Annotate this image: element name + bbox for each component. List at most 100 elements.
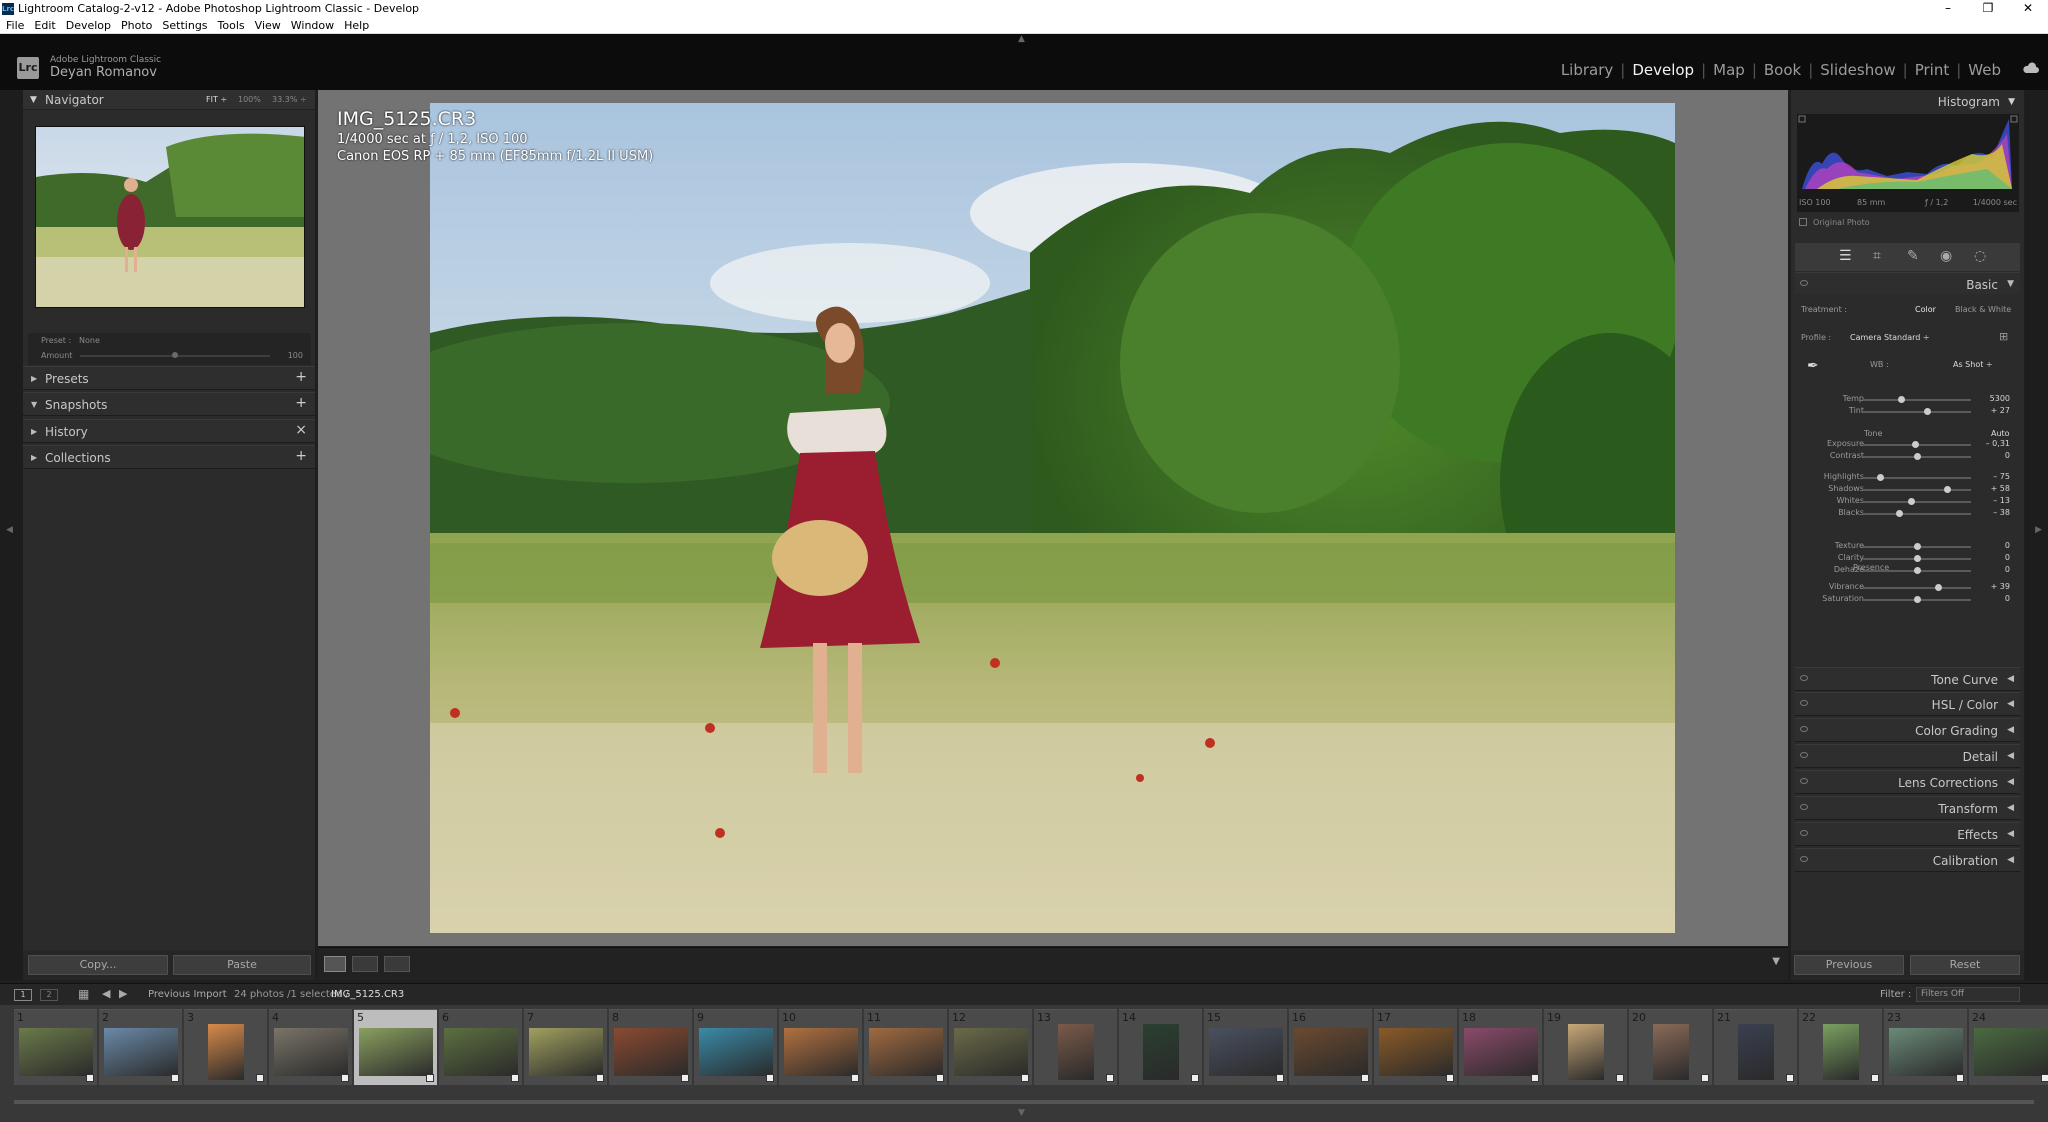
menu-help[interactable]: Help — [344, 19, 369, 32]
add-snapshot-button[interactable]: + — [295, 395, 307, 411]
filmstrip-thumbnail[interactable]: 9 — [694, 1009, 777, 1085]
treatment-color[interactable]: Color — [1915, 305, 1936, 314]
slider-knob[interactable] — [1877, 474, 1885, 481]
slider-value[interactable]: 0 — [1976, 553, 2010, 562]
maximize-button[interactable]: ❐ — [1968, 0, 2008, 17]
back-arrow-icon[interactable]: ◀ — [102, 987, 110, 1000]
filmstrip-thumbnail[interactable]: 15 — [1204, 1009, 1287, 1085]
section-color-grading[interactable]: Color Grading ◀ — [1795, 718, 2020, 742]
slider-value[interactable]: – 75 — [1976, 472, 2010, 481]
crop-icon[interactable]: ⌗ — [1873, 248, 1881, 264]
filmstrip-source[interactable]: Previous Import — [148, 989, 227, 1000]
slider-track[interactable] — [1863, 399, 1971, 401]
histogram-header[interactable]: Histogram ▼ — [1795, 92, 2020, 112]
module-map[interactable]: Map — [1706, 61, 1752, 79]
slider-knob[interactable] — [1944, 486, 1952, 493]
module-print[interactable]: Print — [1908, 61, 1957, 79]
toolbar-menu-chevron-icon[interactable]: ▼ — [1772, 956, 1780, 967]
slider-contrast[interactable]: Contrast 0 — [1795, 450, 2020, 463]
menu-window[interactable]: Window — [291, 19, 334, 32]
filmstrip-thumbnail[interactable]: 21 — [1714, 1009, 1797, 1085]
zoom-33[interactable]: 33.3% ÷ — [272, 95, 307, 104]
filmstrip-thumbnail[interactable]: 4 — [269, 1009, 352, 1085]
menu-view[interactable]: View — [255, 19, 281, 32]
slider-value[interactable]: + 58 — [1976, 484, 2010, 493]
slider-knob[interactable] — [1914, 555, 1921, 562]
yy-compare-icon[interactable] — [384, 956, 410, 972]
main-window-button[interactable]: 1 — [14, 989, 32, 1001]
filter-select[interactable]: Filters Off — [1916, 987, 2020, 1002]
slider-value[interactable]: 0 — [1976, 594, 2010, 603]
original-photo-checkbox[interactable] — [1799, 218, 1807, 226]
module-library[interactable]: Library — [1554, 61, 1620, 79]
loupe-view-icon[interactable] — [324, 956, 346, 972]
section-collections[interactable]: ▶ Collections + — [23, 445, 315, 469]
filmstrip-scrollbar[interactable] — [14, 1100, 2034, 1104]
filmstrip-thumbnail[interactable]: 13 — [1034, 1009, 1117, 1085]
filmstrip-thumbnail[interactable]: 1 — [14, 1009, 97, 1085]
forward-arrow-icon[interactable]: ▶ — [119, 987, 127, 1000]
navigator-header[interactable]: ▼ Navigator FIT ÷ 100% 33.3% ÷ — [23, 90, 315, 110]
previous-button[interactable]: Previous — [1794, 955, 1904, 975]
filmstrip-thumbnail[interactable]: 23 — [1884, 1009, 1967, 1085]
slider-knob[interactable] — [1911, 441, 1919, 448]
zoom-fit[interactable]: FIT ÷ — [206, 95, 227, 104]
slider-dehaze[interactable]: Dehaze 0 — [1795, 564, 2020, 577]
filmstrip-thumbnail[interactable]: 7 — [524, 1009, 607, 1085]
menu-edit[interactable]: Edit — [34, 19, 55, 32]
slider-value[interactable]: 0 — [1976, 451, 2010, 460]
section-detail[interactable]: Detail ◀ — [1795, 744, 2020, 768]
filmstrip-thumbnail[interactable]: 2 — [99, 1009, 182, 1085]
slider-value[interactable]: – 13 — [1976, 496, 2010, 505]
section-history[interactable]: ▶ History × — [23, 419, 315, 443]
slider-knob[interactable] — [1895, 510, 1903, 517]
section-calibration[interactable]: Calibration ◀ — [1795, 848, 2020, 872]
filmstrip-thumbnail[interactable]: 12 — [949, 1009, 1032, 1085]
slider-value[interactable]: 0 — [1976, 565, 2010, 574]
slider-value[interactable]: + 27 — [1976, 406, 2010, 415]
slider-saturation[interactable]: Saturation 0 — [1795, 593, 2020, 606]
slider-knob[interactable] — [1907, 498, 1915, 505]
healing-icon[interactable]: ✎ — [1907, 248, 1919, 264]
navigator-preview[interactable] — [35, 126, 305, 308]
filmstrip-selected-file[interactable]: IMG_5125.CR3 — [331, 989, 404, 1000]
slider-value[interactable]: – 38 — [1976, 508, 2010, 517]
menu-settings[interactable]: Settings — [162, 19, 207, 32]
wb-select[interactable]: As Shot ÷ — [1953, 360, 1993, 369]
histogram[interactable]: ISO 100 85 mm ƒ / 1,2 1/4000 sec — [1797, 114, 2019, 212]
filmstrip-toggle-icon[interactable]: ▼ — [1018, 1108, 1025, 1118]
grid-view-icon[interactable]: ▦ — [78, 987, 89, 1001]
slider-knob[interactable] — [1914, 567, 1921, 574]
second-window-button[interactable]: 2 — [40, 989, 58, 1001]
slider-knob[interactable] — [1914, 543, 1921, 550]
slider-track[interactable] — [1863, 489, 1971, 491]
slider-knob[interactable] — [1914, 596, 1921, 603]
section-presets[interactable]: ▶ Presets + — [23, 366, 315, 390]
wb-eyedropper-icon[interactable]: ✒ — [1807, 358, 1819, 374]
filmstrip-thumbnail[interactable]: 24 — [1969, 1009, 2048, 1085]
slider-track[interactable] — [1863, 587, 1971, 589]
filmstrip-thumbnail[interactable]: 14 — [1119, 1009, 1202, 1085]
reset-button[interactable]: Reset — [1910, 955, 2020, 975]
section-tone-curve[interactable]: Tone Curve ◀ — [1795, 667, 2020, 691]
section-hsl-color[interactable]: HSL / Color ◀ — [1795, 692, 2020, 716]
section-snapshots[interactable]: ▼ Snapshots + — [23, 392, 315, 416]
treatment-bw[interactable]: Black & White — [1955, 305, 2011, 314]
cloud-icon[interactable] — [2022, 62, 2040, 74]
before-after-icon[interactable] — [352, 956, 378, 972]
slider-track[interactable] — [1863, 411, 1971, 413]
menu-develop[interactable]: Develop — [66, 19, 111, 32]
filmstrip-thumbnail[interactable]: 18 — [1459, 1009, 1542, 1085]
menu-file[interactable]: File — [6, 19, 24, 32]
slider-value[interactable]: – 0,31 — [1976, 439, 2010, 448]
section-lens-corrections[interactable]: Lens Corrections ◀ — [1795, 770, 2020, 794]
left-panel-edge[interactable]: ◀ — [0, 90, 23, 980]
section-transform[interactable]: Transform ◀ — [1795, 796, 2020, 820]
zoom-100[interactable]: 100% — [238, 95, 261, 104]
filmstrip-thumbnail[interactable]: 10 — [779, 1009, 862, 1085]
filmstrip-thumbnail[interactable]: 22 — [1799, 1009, 1882, 1085]
add-collection-button[interactable]: + — [295, 448, 307, 464]
slider-knob[interactable] — [1923, 408, 1931, 415]
slider-blacks[interactable]: Blacks – 38 — [1795, 507, 2020, 520]
add-preset-button[interactable]: + — [295, 369, 307, 385]
